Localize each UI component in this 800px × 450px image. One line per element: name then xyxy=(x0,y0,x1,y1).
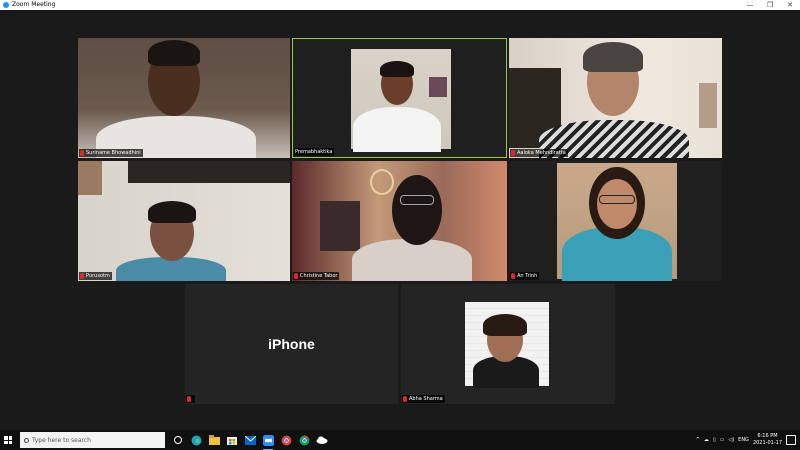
participant-name-tag: Abha Sharma xyxy=(402,395,445,403)
video-feed xyxy=(78,38,290,158)
zoom-taskbar-icon[interactable] xyxy=(261,433,275,450)
search-icon xyxy=(24,437,29,443)
video-tile[interactable]: Purusotm xyxy=(78,161,290,281)
participant-name-tag: Aaloka Mehndiratta xyxy=(510,149,568,157)
participant-name: Purusotm xyxy=(86,273,110,279)
participant-name-tag: Purusotm xyxy=(79,272,112,280)
participant-name: An Trinh xyxy=(517,273,538,279)
system-tray: ^ ☁ ▯ ▭ ◁) ENG 6:16 PM 2021-01-17 xyxy=(696,430,800,450)
notification-center-icon[interactable] xyxy=(786,435,796,445)
muted-mic-icon xyxy=(511,273,515,279)
participant-name: Premabhaktika xyxy=(295,149,333,155)
task-view-icon[interactable] xyxy=(171,433,185,447)
participant-name-tag: Suriname Bhowadhini xyxy=(79,149,143,157)
taskbar-search-input[interactable]: Type here to search xyxy=(20,432,165,448)
video-feed xyxy=(78,161,290,281)
video-tile-active-speaker[interactable]: Premabhaktika xyxy=(292,38,507,158)
language-indicator[interactable]: ENG xyxy=(738,437,749,443)
chrome-alt-icon[interactable] xyxy=(279,433,293,447)
video-tile[interactable]: Abha Sharma xyxy=(401,284,615,404)
participant-name: Abha Sharma xyxy=(409,396,443,402)
video-feed xyxy=(292,161,507,281)
muted-mic-icon xyxy=(80,150,84,156)
zoom-app-icon xyxy=(3,2,9,8)
muted-mic-icon xyxy=(187,396,191,402)
windows-logo-icon xyxy=(4,436,12,444)
muted-mic-icon xyxy=(80,273,84,279)
window-controls: — ❐ ✕ xyxy=(740,0,800,10)
taskbar-apps xyxy=(171,433,329,450)
edge-icon[interactable] xyxy=(189,433,203,447)
onedrive-icon[interactable] xyxy=(315,433,329,447)
title-bar: Zoom Meeting — ❐ ✕ xyxy=(0,0,800,10)
clock-time: 6:16 PM xyxy=(757,433,778,439)
participant-name-tag: Christine Tabor xyxy=(293,272,340,280)
search-placeholder: Type here to search xyxy=(32,436,91,444)
meeting-gallery: Suriname Bhowadhini Premabhaktika Aaloka… xyxy=(0,10,800,430)
participant-name: Christine Tabor xyxy=(300,273,338,279)
volume-icon[interactable]: ◁) xyxy=(728,437,734,443)
show-hidden-icons-chevron-up-icon[interactable]: ^ xyxy=(696,437,700,443)
participant-name-tag: An Trinh xyxy=(510,272,540,280)
video-feed xyxy=(509,38,722,158)
muted-mic-icon xyxy=(403,396,407,402)
close-button[interactable]: ✕ xyxy=(780,0,800,10)
video-feed xyxy=(351,49,451,152)
device-name-label: iPhone xyxy=(268,336,315,352)
window-title: Zoom Meeting xyxy=(12,1,56,8)
mail-icon[interactable] xyxy=(243,433,257,447)
video-feed xyxy=(465,302,549,388)
chrome-icon[interactable] xyxy=(297,433,311,447)
video-tile-no-video[interactable]: iPhone xyxy=(185,284,398,404)
network-icon[interactable]: ▭ xyxy=(720,437,725,443)
video-tile[interactable]: Christine Tabor xyxy=(292,161,507,281)
participant-name-tag xyxy=(186,395,195,403)
video-tile[interactable]: An Trinh xyxy=(509,161,722,281)
store-icon[interactable] xyxy=(225,433,239,447)
taskbar-clock[interactable]: 6:16 PM 2021-01-17 xyxy=(753,433,782,447)
participant-name-tag: Premabhaktika xyxy=(294,148,335,156)
windows-start-button[interactable] xyxy=(0,430,16,450)
clock-date: 2021-01-17 xyxy=(752,440,782,446)
windows-taskbar: Type here to search ^ ☁ ▯ ▭ ◁) ENG 6:16 … xyxy=(0,430,800,450)
file-explorer-icon[interactable] xyxy=(207,433,221,447)
muted-mic-icon xyxy=(511,150,515,156)
video-tile[interactable]: Suriname Bhowadhini xyxy=(78,38,290,158)
muted-mic-icon xyxy=(294,273,298,279)
video-feed xyxy=(557,163,677,281)
maximize-button[interactable]: ❐ xyxy=(760,0,780,10)
usb-icon[interactable]: ▯ xyxy=(713,437,716,443)
cloud-icon[interactable]: ☁ xyxy=(704,437,709,443)
participant-name: Suriname Bhowadhini xyxy=(86,150,141,156)
participant-name: Aaloka Mehndiratta xyxy=(517,150,566,156)
minimize-button[interactable]: — xyxy=(740,0,760,10)
video-tile[interactable]: Aaloka Mehndiratta xyxy=(509,38,722,158)
